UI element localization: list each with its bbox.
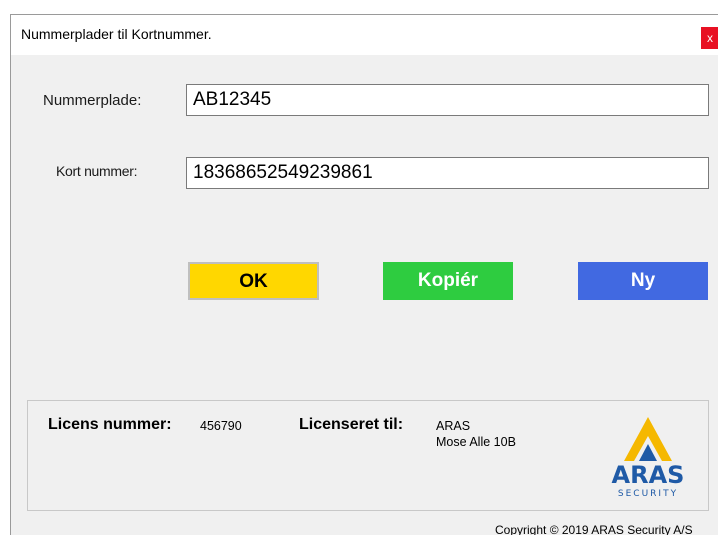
card-number-input[interactable]	[186, 157, 709, 189]
ok-button[interactable]: OK	[188, 262, 319, 300]
copy-button[interactable]: Kopiér	[383, 262, 513, 300]
card-number-label: Kort nummer:	[56, 163, 138, 179]
license-panel: Licens nummer: 456790 Licenseret til: AR…	[27, 400, 709, 511]
plate-label: Nummerplade:	[43, 92, 142, 109]
aras-security-logo: ARAS SECURITY	[606, 415, 690, 505]
logo-tagline: SECURITY	[617, 489, 679, 499]
app-window: Nummerplader til Kortnummer. x Nummerpla…	[10, 14, 718, 535]
plate-input[interactable]	[186, 84, 709, 116]
copyright-text: Copyright © 2019 ARAS Security A/S	[495, 523, 693, 535]
license-number-value: 456790	[200, 419, 242, 433]
close-button[interactable]: x	[701, 27, 718, 49]
logo-name: ARAS	[611, 461, 685, 489]
new-button[interactable]: Ny	[578, 262, 708, 300]
licensed-to-label: Licenseret til:	[299, 416, 404, 433]
license-number-label: Licens nummer:	[48, 416, 172, 433]
licensee-name: ARAS	[436, 419, 471, 433]
title-bar[interactable]: Nummerplader til Kortnummer. x	[11, 15, 718, 55]
licensee-address: Mose Alle 10B	[436, 435, 516, 449]
window-title: Nummerplader til Kortnummer.	[21, 26, 212, 42]
